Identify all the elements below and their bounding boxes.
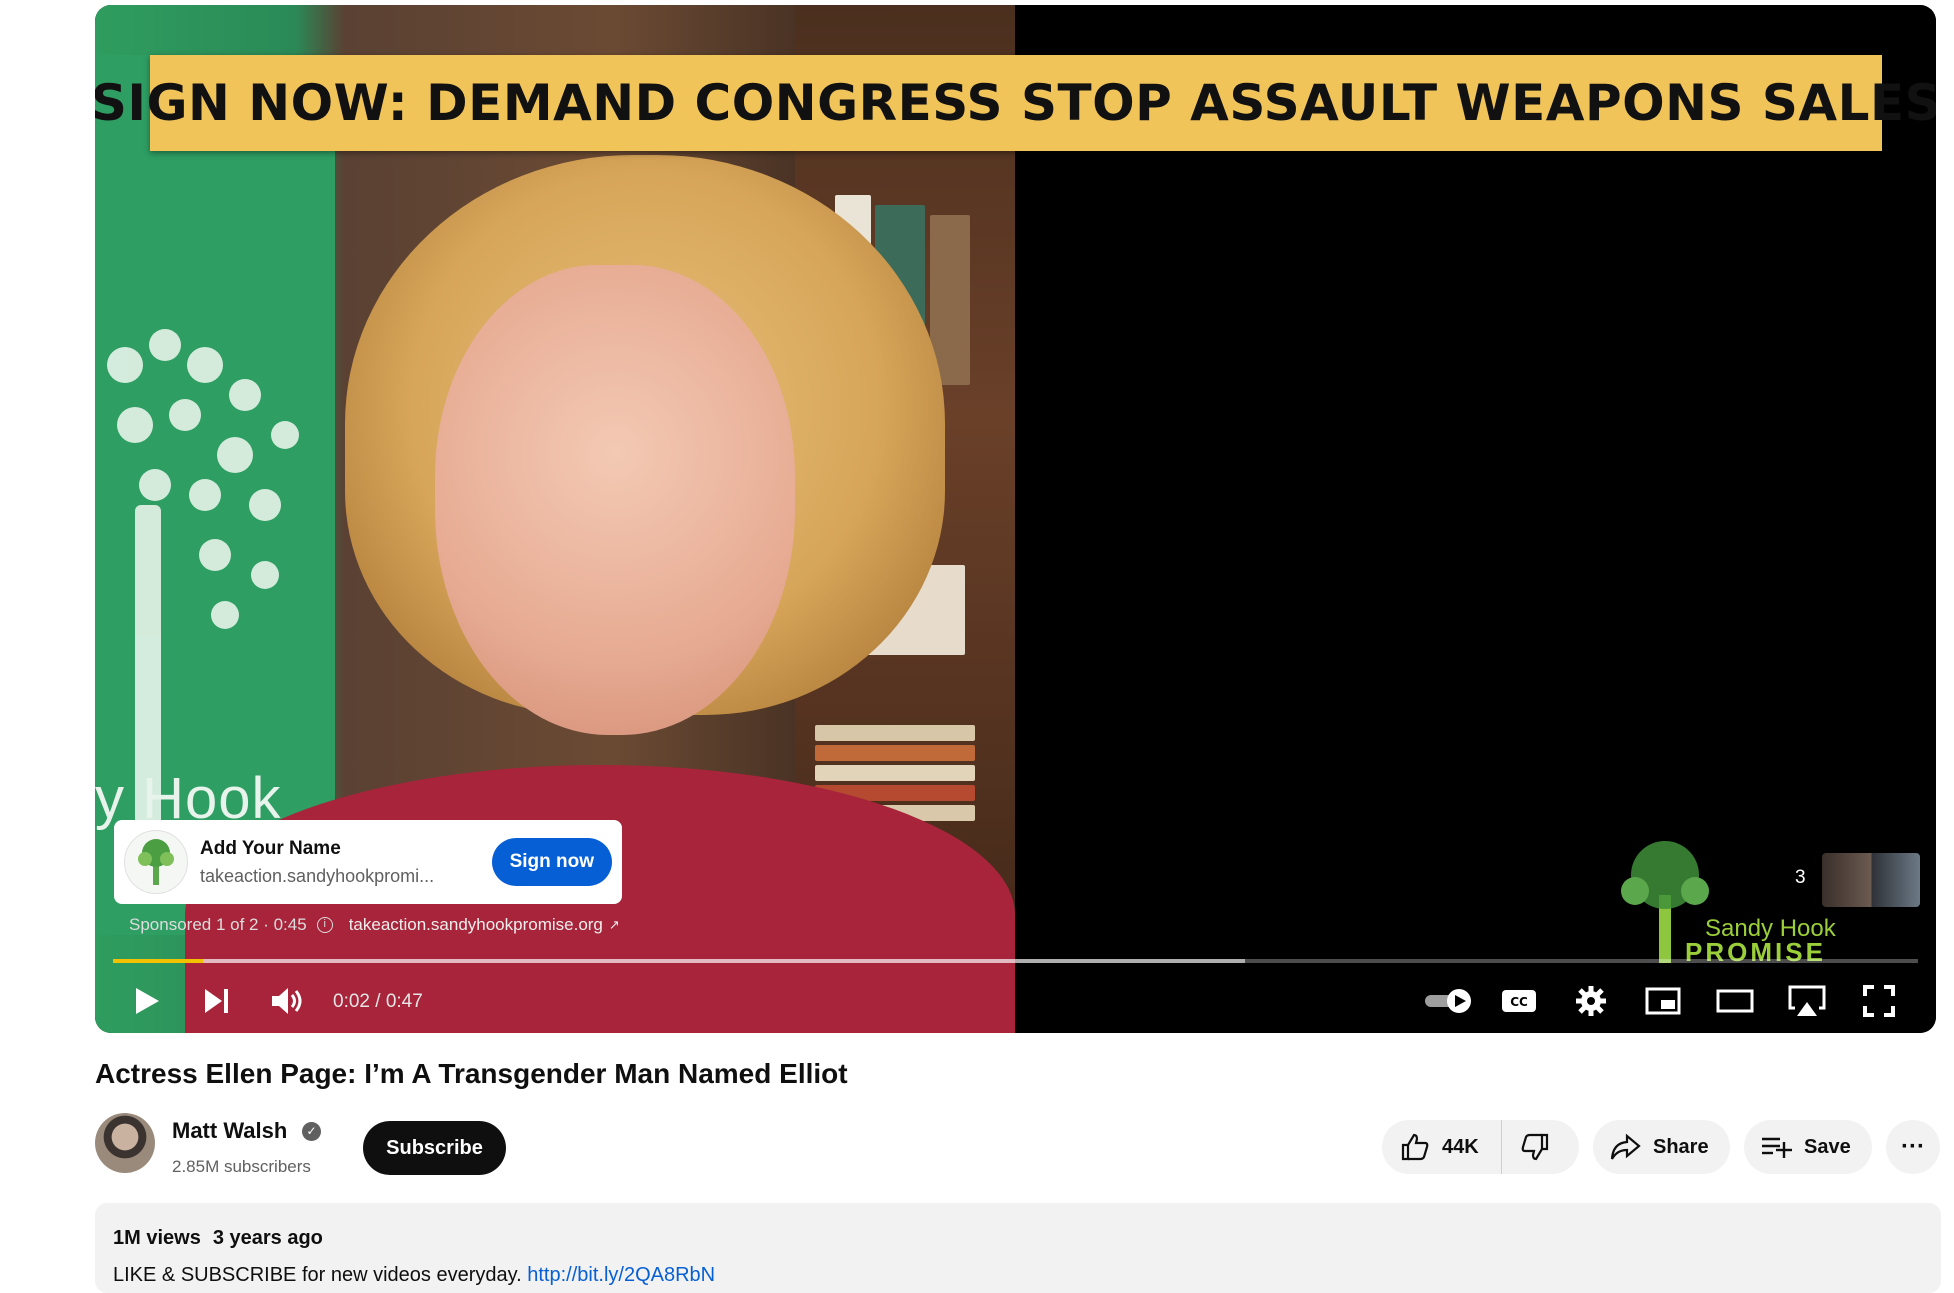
next-icon[interactable] <box>195 977 239 1025</box>
svg-text:CC: CC <box>1510 995 1528 1009</box>
next-video-thumbnail[interactable] <box>1822 853 1920 907</box>
video-player[interactable]: y Hook SIGN NOW: DEMAND CONGRESS STOP AS… <box>95 5 1936 1033</box>
description-box[interactable]: 1M views 3 years ago LIKE & SUBSCRIBE for… <box>95 1203 1941 1293</box>
subscribe-button[interactable]: Subscribe <box>363 1121 506 1175</box>
channel-name[interactable]: Matt Walsh <box>172 1118 287 1144</box>
video-meta: 1M views 3 years ago <box>113 1227 323 1250</box>
progress-played <box>113 959 204 963</box>
time-display: 0:02 / 0:47 <box>333 991 423 1012</box>
progress-buffered <box>113 959 1245 963</box>
external-link-icon: ↗ <box>608 917 620 932</box>
progress-bar[interactable] <box>113 959 1918 963</box>
video-title: Actress Ellen Page: I’m A Transgender Ma… <box>95 1058 848 1089</box>
ad-queue-count: 3 <box>1795 867 1806 888</box>
share-button[interactable]: Share <box>1593 1120 1730 1174</box>
thumbs-down-icon <box>1521 1133 1548 1161</box>
dislike-button[interactable] <box>1502 1120 1550 1174</box>
theater-icon[interactable] <box>1713 977 1757 1025</box>
sign-now-button[interactable]: Sign now <box>491 838 612 886</box>
ad-card[interactable]: Add Your Name takeaction.sandyhookpromi.… <box>114 820 622 904</box>
ad-url[interactable]: takeaction.sandyhookpromi... <box>200 866 460 887</box>
description-link[interactable]: http://bit.ly/2QA8RbN <box>527 1264 715 1286</box>
background-banner: y Hook <box>95 55 335 935</box>
playlist-add-icon <box>1762 1137 1792 1158</box>
advertiser-logo-icon <box>124 830 188 894</box>
watermark-line2: PROMISE <box>1685 937 1826 967</box>
verified-badge-icon: ✓ <box>302 1122 321 1141</box>
more-actions-icon[interactable]: ··· <box>1886 1120 1940 1174</box>
airplay-icon[interactable] <box>1785 977 1829 1025</box>
save-label: Save <box>1804 1135 1851 1158</box>
like-count: 44K <box>1442 1135 1479 1158</box>
play-icon[interactable] <box>125 977 169 1025</box>
like-button[interactable]: 44K <box>1382 1120 1502 1174</box>
captions-button[interactable]: CC <box>1497 977 1541 1025</box>
description-body: LIKE & SUBSCRIBE for new videos everyday… <box>113 1264 528 1286</box>
player-controls: 0:02 / 0:47 CC <box>95 971 1936 1033</box>
sponsored-row: Sponsored 1 of 2 · 0:45 i takeaction.san… <box>129 915 620 935</box>
gear-icon[interactable] <box>1569 977 1613 1025</box>
upload-age: 3 years ago <box>212 1227 323 1249</box>
volume-icon[interactable] <box>265 977 309 1025</box>
view-count: 1M views <box>113 1227 201 1249</box>
like-dislike-group: 44K <box>1382 1120 1579 1174</box>
ad-title[interactable]: Add Your Name <box>200 838 492 860</box>
fullscreen-icon[interactable] <box>1857 977 1901 1025</box>
share-label: Share <box>1653 1135 1709 1158</box>
channel-avatar[interactable] <box>95 1113 155 1173</box>
ad-domain-link[interactable]: takeaction.sandyhookpromise.org <box>349 915 603 935</box>
presenter-face <box>435 265 795 735</box>
autoplay-toggle[interactable] <box>1421 977 1477 1025</box>
subscriber-count: 2.85M subscribers <box>172 1157 311 1176</box>
ad-headline-banner: SIGN NOW: DEMAND CONGRESS STOP ASSAULT W… <box>95 55 1936 151</box>
thumbs-up-icon <box>1401 1133 1429 1161</box>
info-icon[interactable]: i <box>316 917 333 933</box>
miniplayer-icon[interactable] <box>1641 977 1685 1025</box>
sponsored-label: Sponsored 1 of 2 · 0:45 <box>129 915 307 934</box>
ad-headline-text: SIGN NOW: DEMAND CONGRESS STOP ASSAULT W… <box>95 74 1936 132</box>
save-button[interactable]: Save <box>1744 1120 1872 1174</box>
share-icon <box>1610 1133 1641 1160</box>
